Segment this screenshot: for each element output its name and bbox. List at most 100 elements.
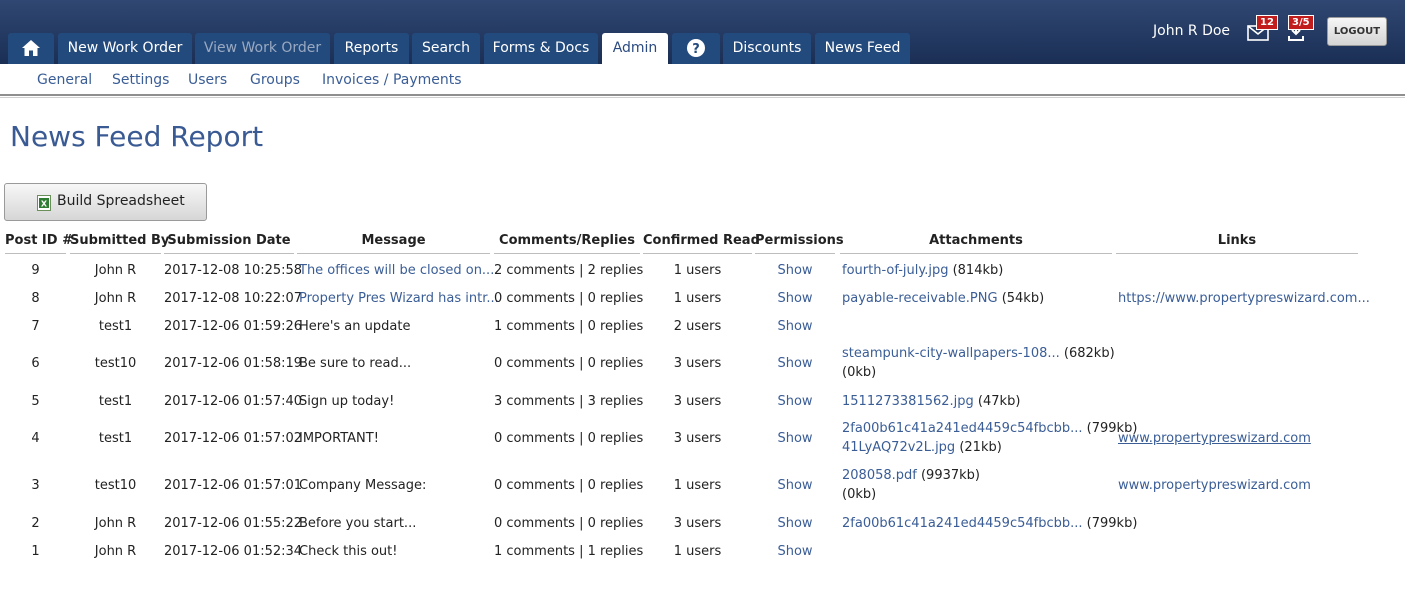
message-cell: Check this out! <box>299 544 398 559</box>
comments-replies-cell: 0 comments | 0 replies <box>494 431 644 446</box>
attachment-link[interactable]: 41LyAQ72v2L.jpg <box>842 440 955 455</box>
messages-badge: 12 <box>1256 15 1278 30</box>
header-post-id: Post ID # <box>5 233 73 254</box>
message-cell: Sign up today! <box>299 394 395 409</box>
submitted-by-cell: John R <box>94 544 137 559</box>
comments-replies-cell: 0 comments | 0 replies <box>494 291 644 306</box>
divider <box>0 94 1405 98</box>
subnav-groups[interactable]: Groups <box>250 72 300 88</box>
message-cell: Here's an update <box>299 319 411 334</box>
tab-forms-docs[interactable]: Forms & Docs <box>484 33 598 64</box>
subnav-users[interactable]: Users <box>188 72 227 88</box>
submission-date-cell: 2017-12-06 01:59:26 <box>164 319 303 334</box>
page-title: News Feed Report <box>10 120 264 153</box>
submission-date-cell: 2017-12-06 01:57:40 <box>164 394 303 409</box>
attachment-link[interactable]: 208058.pdf <box>842 468 917 483</box>
home-tab[interactable] <box>8 33 54 64</box>
confirmed-read-cell: 1 users <box>673 478 722 493</box>
confirmed-read-cell: 1 users <box>673 263 722 278</box>
post-id-cell: 3 <box>31 478 40 493</box>
attachment-item: steampunk-city-wallpapers-108... (682kb) <box>842 344 1115 363</box>
permissions-show-link[interactable]: Show <box>755 429 835 448</box>
permissions-show-link[interactable]: Show <box>755 354 835 373</box>
attachment-size: (799kb) <box>1086 515 1138 531</box>
external-link[interactable]: https://www.propertypreswizard.com... <box>1118 289 1370 308</box>
submitted-by-cell: test1 <box>98 319 133 334</box>
external-link[interactable]: www.propertypreswizard.com <box>1118 429 1311 448</box>
subnav-invoices-payments[interactable]: Invoices / Payments <box>322 72 462 88</box>
attachment-item: payable-receivable.PNG (54kb) <box>842 289 1044 308</box>
attachment-link[interactable]: 1511273381562.jpg <box>842 394 974 409</box>
tab-discounts[interactable]: Discounts <box>723 33 811 64</box>
message-cell: Be sure to read... <box>299 356 412 371</box>
attachment-link[interactable]: payable-receivable.PNG <box>842 291 998 306</box>
post-id-cell: 4 <box>31 431 40 446</box>
messages-button[interactable]: 12 <box>1245 15 1278 44</box>
attachment-size: (21kb) <box>959 440 1002 455</box>
message-cell: IMPORTANT! <box>299 431 379 446</box>
submitted-by-cell: test10 <box>94 356 137 371</box>
permissions-show-link[interactable]: Show <box>755 392 835 411</box>
admin-subnav: General Settings Users Groups Invoices /… <box>0 64 1405 96</box>
comments-replies-cell: 0 comments | 0 replies <box>494 478 644 493</box>
comments-replies-cell: 0 comments | 0 replies <box>494 356 644 371</box>
post-id-cell: 5 <box>31 394 40 409</box>
logout-button[interactable]: LOGOUT <box>1327 17 1387 46</box>
header-attachments: Attachments <box>840 233 1112 254</box>
message-link[interactable]: Property Pres Wizard has intr... <box>299 289 499 308</box>
attachment-item: fourth-of-july.jpg (814kb) <box>842 261 1003 280</box>
confirmed-read-cell: 3 users <box>673 394 722 409</box>
tab-view-work-order[interactable]: View Work Order <box>195 33 330 64</box>
help-icon: ? <box>687 39 705 57</box>
permissions-show-link[interactable]: Show <box>755 542 835 561</box>
attachment-link[interactable]: 2fa00b61c41a241ed4459c54fbcbb... <box>842 516 1083 531</box>
comments-replies-cell: 0 comments | 0 replies <box>494 516 644 531</box>
message-link[interactable]: The offices will be closed on... <box>299 261 494 280</box>
submission-date-cell: 2017-12-06 01:57:01 <box>164 478 303 493</box>
permissions-show-link[interactable]: Show <box>755 476 835 495</box>
build-spreadsheet-label: Build Spreadsheet <box>57 193 185 209</box>
submitted-by-cell: test10 <box>94 478 137 493</box>
tab-new-work-order[interactable]: New Work Order <box>58 33 192 64</box>
permissions-show-link[interactable]: Show <box>755 514 835 533</box>
build-spreadsheet-button[interactable]: X Build Spreadsheet <box>4 183 207 221</box>
post-id-cell: 1 <box>31 544 40 559</box>
permissions-show-link[interactable]: Show <box>755 289 835 308</box>
tab-admin[interactable]: Admin <box>602 33 668 64</box>
header-confirmed-read: Confirmed Read <box>643 233 760 254</box>
attachment-item: 2fa00b61c41a241ed4459c54fbcbb... (799kb) <box>842 419 1137 438</box>
header-comments-replies: Comments/Replies <box>494 233 640 254</box>
tab-help[interactable]: ? <box>672 33 720 64</box>
header-submission-date: Submission Date <box>164 233 294 254</box>
downloads-button[interactable]: 3/5 <box>1285 15 1315 44</box>
confirmed-read-cell: 1 users <box>673 291 722 306</box>
confirmed-read-cell: 3 users <box>673 356 722 371</box>
tab-news-feed[interactable]: News Feed <box>815 33 910 64</box>
downloads-badge: 3/5 <box>1288 15 1314 30</box>
subnav-general[interactable]: General <box>37 72 92 88</box>
attachment-size: (0kb) <box>842 365 877 380</box>
confirmed-read-cell: 1 users <box>673 544 722 559</box>
header-message: Message <box>297 233 490 254</box>
attachment-item: 2fa00b61c41a241ed4459c54fbcbb... (799kb) <box>842 514 1137 533</box>
attachment-item: (0kb) <box>842 363 876 382</box>
header-links: Links <box>1116 233 1358 254</box>
attachment-link[interactable]: 2fa00b61c41a241ed4459c54fbcbb... <box>842 421 1083 436</box>
svg-text:X: X <box>41 200 48 209</box>
header-permissions: Permissions <box>755 233 844 254</box>
attachment-link[interactable]: steampunk-city-wallpapers-108... <box>842 346 1060 361</box>
top-navigation-bar: New Work Order View Work Order Reports S… <box>0 0 1405 64</box>
message-cell: Company Message: <box>299 478 427 493</box>
tab-reports[interactable]: Reports <box>334 33 409 64</box>
submission-date-cell: 2017-12-08 10:25:58 <box>164 263 303 278</box>
external-link[interactable]: www.propertypreswizard.com <box>1118 476 1311 495</box>
tab-search[interactable]: Search <box>412 33 480 64</box>
attachment-size: (814kb) <box>952 262 1004 278</box>
post-id-cell: 2 <box>31 516 40 531</box>
subnav-settings[interactable]: Settings <box>112 72 169 88</box>
comments-replies-cell: 1 comments | 1 replies <box>494 544 644 559</box>
permissions-show-link[interactable]: Show <box>755 317 835 336</box>
attachment-link[interactable]: fourth-of-july.jpg <box>842 263 948 278</box>
permissions-show-link[interactable]: Show <box>755 261 835 280</box>
submission-date-cell: 2017-12-08 10:22:07 <box>164 291 303 306</box>
